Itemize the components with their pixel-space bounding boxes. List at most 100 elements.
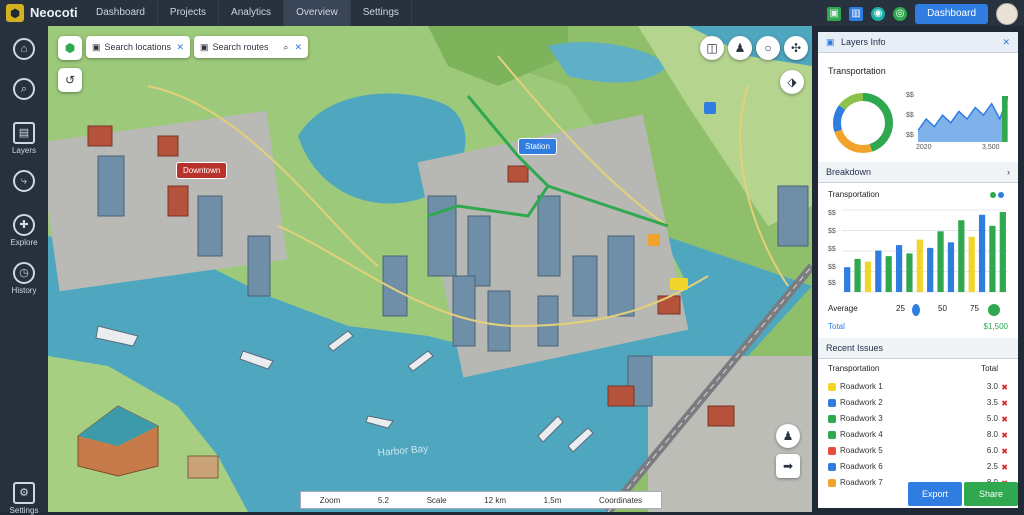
dashboard-button[interactable]: Dashboard (915, 4, 988, 24)
dock-building (187, 455, 219, 479)
settings-icon[interactable]: ✣ (784, 36, 808, 60)
pin-icon[interactable] (670, 278, 688, 290)
search-location-box[interactable]: ▣ Search locations ✕ (86, 36, 190, 58)
export-button[interactable]: Export (908, 482, 962, 506)
building (657, 295, 681, 315)
sidebar-item-explore[interactable]: ✚ Explore (0, 214, 48, 247)
color-swatch (828, 398, 836, 407)
tab-settings[interactable]: Settings (351, 0, 412, 26)
list-item[interactable]: Roadwork 6 2.5 ✖ (828, 462, 1008, 474)
search-input[interactable]: Search locations (105, 42, 177, 52)
summary-label: Average (828, 304, 858, 313)
list-item[interactable]: Roadwork 2 3.5 ✖ (828, 398, 1008, 410)
sidebar-item-search[interactable]: ⌕ (0, 78, 48, 102)
axis-label: $$ (906, 112, 914, 119)
delete-icon[interactable]: ✖ (1001, 431, 1008, 440)
axis-label: $$ (828, 246, 836, 253)
circle-icon[interactable]: ○ (756, 36, 780, 60)
axis-label: $$ (828, 264, 836, 271)
building (607, 385, 635, 407)
station-marker[interactable]: Station (518, 138, 557, 155)
home-icon: ⌂ (13, 38, 35, 60)
bar (937, 231, 944, 292)
tab-dashboard[interactable]: Dashboard (84, 0, 158, 26)
delete-icon[interactable]: ✖ (1001, 383, 1008, 392)
delete-icon[interactable]: ✖ (1001, 447, 1008, 456)
issues-section: Recent Issues Transportation Total Roadw… (818, 338, 1018, 488)
map-icon[interactable]: ▣ (827, 7, 842, 21)
pin-icon[interactable] (704, 102, 716, 114)
tab-projects[interactable]: Projects (158, 0, 220, 26)
share-button[interactable]: Share (964, 482, 1018, 506)
pedestrian-icon[interactable]: ♟ (776, 424, 800, 448)
top-bar: ⬢ Neocoti Dashboard Projects Analytics O… (0, 0, 1024, 26)
pin-icon[interactable] (648, 234, 660, 246)
building (247, 235, 271, 297)
delete-icon[interactable]: ✖ (1001, 399, 1008, 408)
list-item[interactable]: Roadwork 4 8.0 ✖ (828, 430, 1008, 442)
back-button[interactable]: ↺ (58, 68, 82, 92)
water-label: Harbor Bay (377, 444, 428, 459)
sidebar-item-routes[interactable]: ⤷ (0, 170, 48, 194)
walk-icon[interactable]: ♟ (728, 36, 752, 60)
layers-icon: ▣ (826, 37, 835, 47)
globe-icon[interactable]: ◉ (871, 7, 886, 21)
building (507, 165, 529, 183)
list-item-value: 6.0 (986, 446, 998, 455)
bar (916, 239, 923, 292)
close-icon[interactable]: ✕ (1002, 32, 1010, 52)
navigation-icon[interactable]: ⬗ (780, 70, 804, 94)
delete-icon[interactable]: ✖ (1001, 463, 1008, 472)
next-icon[interactable]: ➡ (776, 454, 800, 478)
section-title: Recent Issues (826, 343, 884, 353)
map-view[interactable]: Harbor Bay Downtown Station ⬢ ▣ Search l… (48, 26, 812, 512)
building (537, 295, 559, 347)
bar (875, 250, 882, 292)
status-dot (988, 304, 1000, 316)
routes-icon: ⤷ (13, 170, 35, 192)
list-item-name: Roadwork 2 (840, 398, 883, 407)
boat (537, 415, 564, 443)
app-name: Neocoti (30, 5, 78, 20)
bar (895, 245, 903, 292)
close-icon[interactable]: ✕ (176, 42, 184, 53)
bar (885, 256, 892, 292)
section-header: Breakdown › (818, 162, 1018, 183)
color-swatch (828, 462, 836, 471)
tab-analytics[interactable]: Analytics (219, 0, 285, 26)
sidebar-item-home[interactable]: ⌂ (0, 38, 48, 62)
search-route-box[interactable]: ▣ Search routes ⌕ ✕ (194, 36, 308, 58)
search-icon[interactable]: ⌕ (283, 42, 288, 53)
list-header-right: Total (981, 364, 998, 373)
list-item[interactable]: Roadwork 3 5.0 ✖ (828, 414, 1008, 426)
district-label[interactable]: Downtown (176, 162, 228, 179)
avatar[interactable] (996, 3, 1018, 25)
map-icon: ▣ (200, 41, 209, 52)
sidebar-item-settings[interactable]: ⚙ Settings (0, 482, 48, 515)
map-canvas[interactable]: Harbor Bay (48, 26, 812, 512)
bar (978, 214, 986, 292)
compass-icon: ✚ (13, 214, 35, 236)
building-icon[interactable]: ▥ (849, 7, 864, 21)
sidebar-item-layers[interactable]: ▤ Layers (0, 122, 48, 155)
location-icon[interactable]: ◎ (893, 7, 908, 21)
building (157, 135, 179, 157)
total-row: Total $1,500 (828, 322, 1008, 331)
home-map-button[interactable]: ⬢ (58, 36, 82, 60)
chevron-right-icon[interactable]: › (1007, 162, 1010, 182)
axis-label: $$ (906, 92, 914, 99)
delete-icon[interactable]: ✖ (1001, 415, 1008, 424)
route-input[interactable]: Search routes (213, 42, 284, 52)
camera-icon[interactable]: ◫ (700, 36, 724, 60)
list-item-value: 3.5 (986, 398, 998, 407)
app-logo[interactable]: ⬢ (6, 4, 24, 22)
tab-overview[interactable]: Overview (284, 0, 351, 26)
sidebar-item-history[interactable]: ◷ History (0, 262, 48, 295)
total-label: Total (828, 322, 845, 331)
breakdown-section: Breakdown › Transportation $$ $$ $$ $$ $… (818, 162, 1018, 331)
list-item[interactable]: Roadwork 5 6.0 ✖ (828, 446, 1008, 458)
list-item[interactable]: Roadwork 1 3.0 ✖ (828, 382, 1008, 394)
close-icon[interactable]: ✕ (294, 42, 302, 53)
tab-bar: Dashboard Projects Analytics Overview Se… (84, 0, 412, 26)
list-item-name: Roadwork 1 (840, 382, 883, 391)
